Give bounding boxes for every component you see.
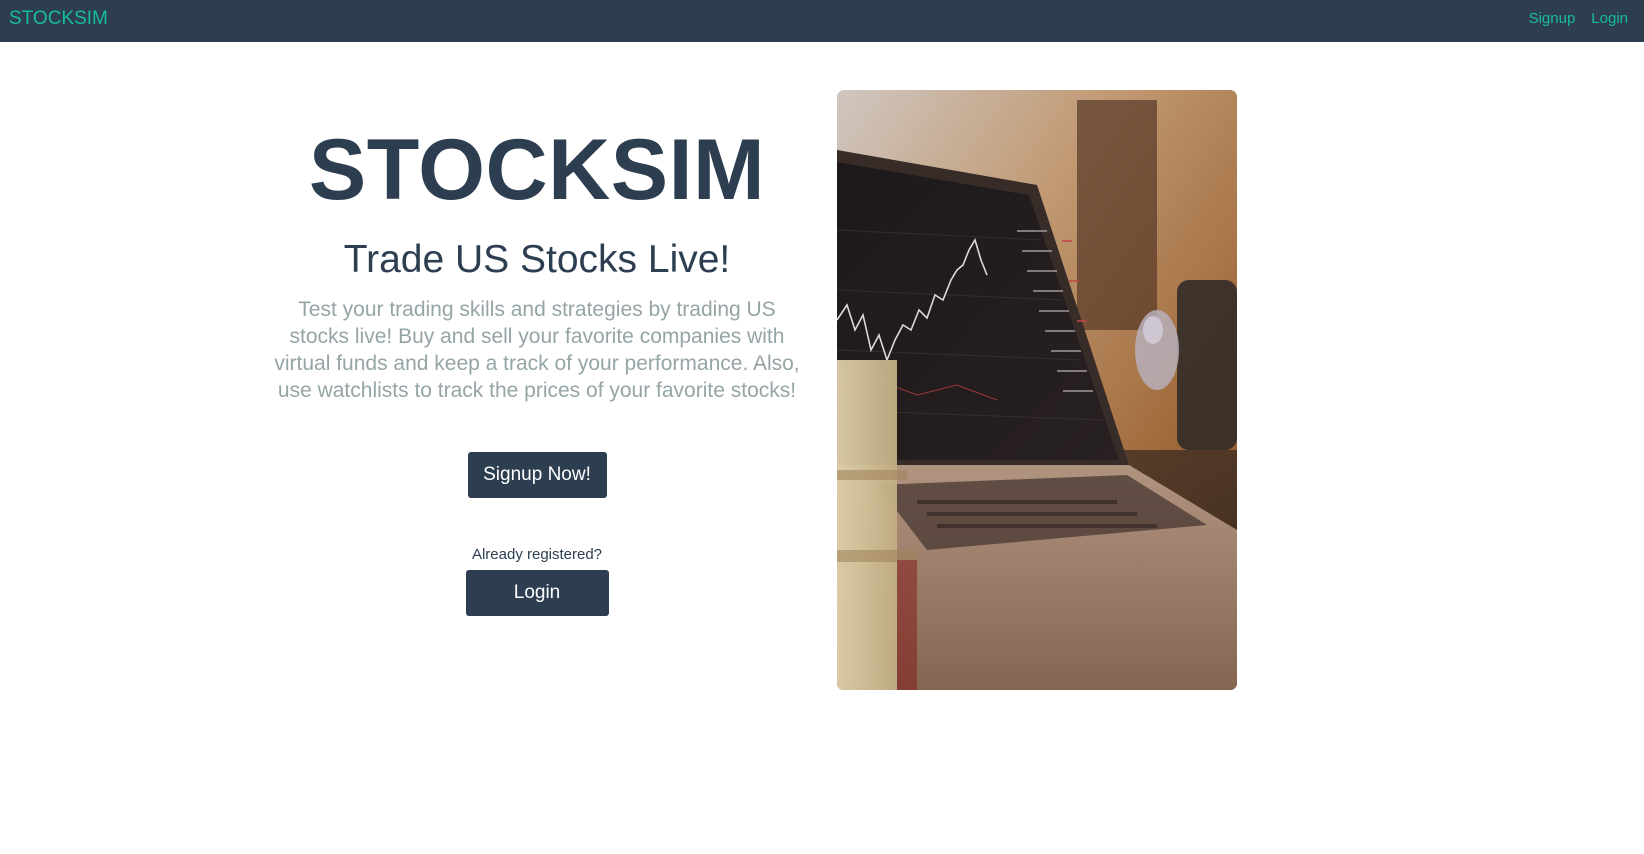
login-button[interactable]: Login [465, 570, 609, 616]
navbar-links: Signup Login [1529, 10, 1628, 28]
hero-title: STOCKSIM [308, 122, 766, 218]
laptop-illustration [837, 90, 1237, 690]
hero-section: STOCKSIM Trade US Stocks Live! Test your… [262, 90, 812, 616]
hero-description: Test your trading skills and strategies … [274, 298, 800, 402]
already-registered-label: Already registered? [471, 546, 603, 563]
navbar-signup-link[interactable]: Signup [1529, 10, 1576, 28]
top-navbar: STOCKSIM Signup Login [0, 0, 1644, 42]
signup-now-button[interactable]: Signup Now! [467, 452, 607, 498]
navbar-brand-link[interactable]: STOCKSIM [9, 9, 108, 29]
hero-subtitle: Trade US Stocks Live! [343, 238, 731, 281]
navbar-login-link[interactable]: Login [1591, 10, 1628, 28]
laptop-stock-chart-image [837, 90, 1237, 690]
